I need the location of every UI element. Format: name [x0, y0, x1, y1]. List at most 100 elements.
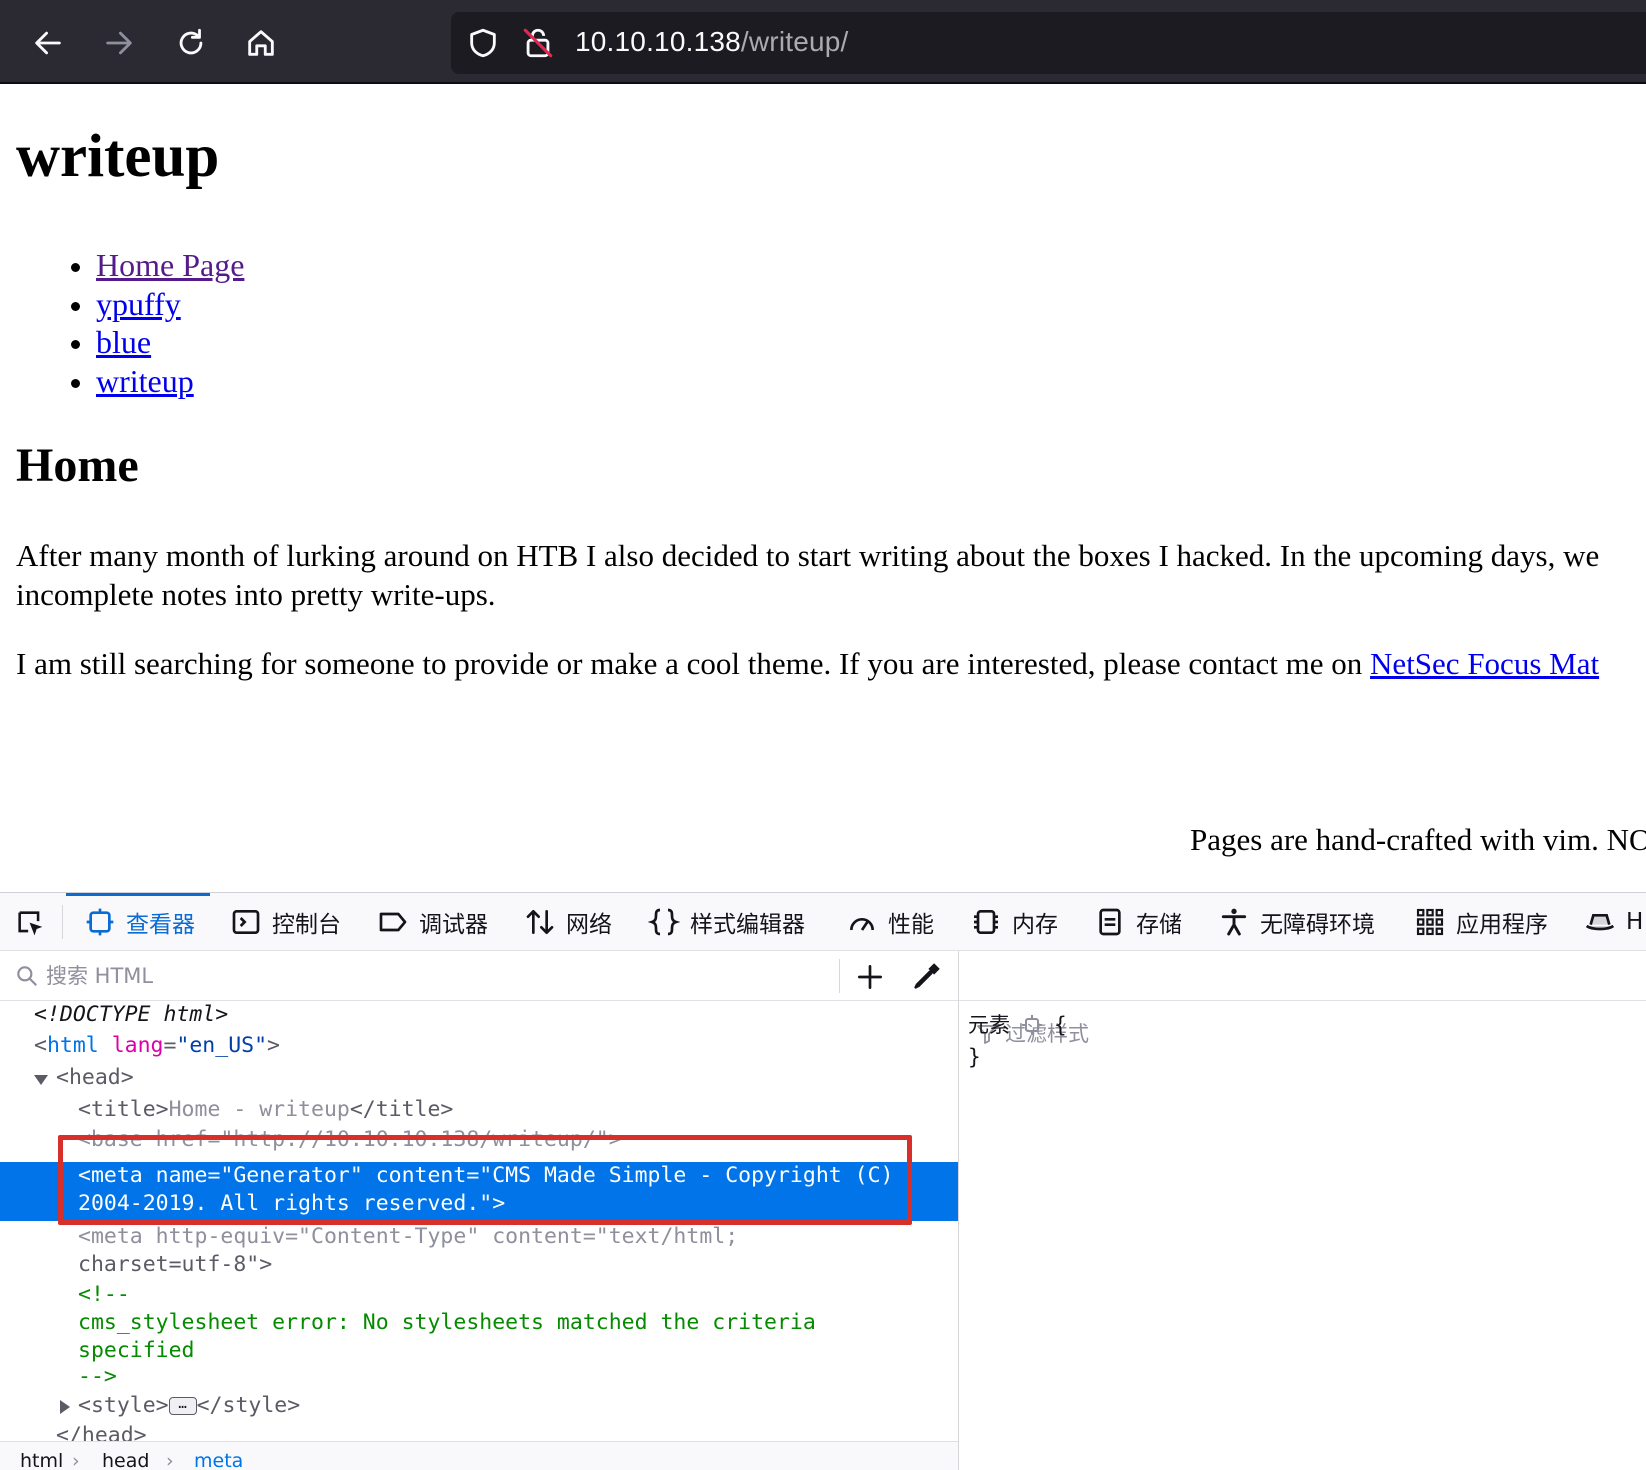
devtools-search-row	[0, 951, 1646, 1046]
tab-label: 控制台	[272, 912, 341, 938]
rules-view: 元素 { }	[968, 1009, 1067, 1073]
markup-node-html[interactable]: <html lang="en_US">	[34, 1032, 280, 1060]
attr-name: lang	[111, 1033, 164, 1058]
nav-item: blue	[70, 323, 244, 362]
back-button[interactable]	[27, 22, 69, 64]
tab-inspector[interactable]: 查看器	[66, 893, 210, 951]
arrow-right-icon	[106, 31, 132, 55]
insecure-lock-icon[interactable]	[521, 26, 555, 60]
braces-icon	[648, 908, 680, 936]
home-icon	[248, 30, 274, 56]
nav-link-home-page[interactable]: Home Page	[96, 247, 244, 283]
intro-paragraph-line: After many month of lurking around on HT…	[16, 538, 1600, 573]
reload-icon	[179, 28, 203, 55]
breadcrumb-item[interactable]: html	[20, 1450, 63, 1470]
collapse-twisty[interactable]	[60, 1400, 70, 1414]
browser-toolbar: 10.10.10.138/writeup/	[0, 0, 1646, 84]
expand-twisty[interactable]	[34, 1075, 48, 1085]
breadcrumb-item-current[interactable]: meta	[194, 1450, 243, 1470]
tab-label: H	[1626, 909, 1644, 935]
forward-button[interactable]	[98, 22, 140, 64]
search-html	[14, 951, 834, 1001]
nav-link-blue[interactable]: blue	[96, 324, 151, 360]
url-text[interactable]: 10.10.10.138/writeup/	[575, 26, 849, 58]
tab-separator	[62, 905, 63, 939]
toolbar-separator	[839, 959, 840, 993]
breadcrumb: html › head › meta	[0, 1441, 958, 1470]
storage-icon	[1099, 908, 1121, 936]
netsec-focus-link[interactable]: NetSec Focus Mat	[1370, 646, 1599, 681]
intro-paragraph-line: incomplete notes into pretty write-ups.	[16, 577, 496, 612]
nav-link-writeup[interactable]: writeup	[96, 363, 194, 399]
panel-splitter[interactable]	[958, 951, 959, 1470]
home-button[interactable]	[240, 22, 282, 64]
nav-item: writeup	[70, 362, 244, 401]
tab-debugger[interactable]: 调试器	[377, 893, 488, 951]
element-target-icon[interactable]	[1020, 1013, 1044, 1037]
markup-node-head-close: </head>	[56, 1423, 147, 1441]
markup-node-meta-content-type[interactable]: <meta http-equiv="Content-Type" content=…	[78, 1223, 738, 1251]
markup-comment-text: specified	[78, 1338, 195, 1363]
tag-open: <style>	[78, 1393, 169, 1418]
debugger-icon	[379, 912, 407, 932]
search-html-input[interactable]	[46, 964, 786, 988]
intro-paragraph: After many month of lurking around on HT…	[16, 536, 1599, 614]
performance-gauge-icon	[850, 918, 874, 931]
markup-comment-open[interactable]: <!--	[78, 1281, 130, 1309]
chevron-right-icon: ›	[72, 1450, 80, 1470]
markup-node-meta-content-type-cont: charset=utf-8">	[78, 1252, 273, 1277]
tab-label: 网络	[566, 912, 612, 938]
markup-node-head[interactable]: <head>	[56, 1064, 134, 1092]
markup-node-doctype[interactable]: <!DOCTYPE html>	[34, 1001, 228, 1029]
url-path: /writeup/	[740, 26, 849, 57]
markup-node-title[interactable]: <title>Home - writeup</title>	[78, 1096, 453, 1124]
tab-application[interactable]: 应用程序	[1414, 893, 1548, 951]
chevron-right-icon: ›	[166, 1450, 174, 1470]
nav-item: Home Page	[70, 246, 244, 285]
tab-network[interactable]: 网络	[524, 893, 612, 951]
tag-close: </style>	[196, 1393, 301, 1418]
app-grid-icon	[1416, 908, 1444, 936]
tab-label: 存储	[1136, 912, 1182, 938]
footer-text: Pages are hand-crafted with vim. NO	[1190, 822, 1646, 857]
theme-paragraph: I am still searching for someone to prov…	[16, 644, 1599, 683]
tab-hackbar[interactable]: H	[1584, 893, 1643, 951]
tab-console[interactable]: 控制台	[230, 893, 341, 951]
tab-performance[interactable]: 性能	[846, 893, 934, 951]
collapsed-content-button[interactable]: …	[168, 1397, 197, 1415]
rule-close-brace: }	[968, 1045, 981, 1069]
markup-comment-text: cms_stylesheet error: No stylesheets mat…	[78, 1310, 816, 1335]
tab-label: 查看器	[126, 912, 195, 938]
address-bar[interactable]: 10.10.10.138/writeup/	[451, 12, 1646, 74]
tab-style-editor[interactable]: 样式编辑器	[648, 893, 805, 951]
tab-label: 调试器	[419, 912, 488, 938]
url-host: 10.10.10.138	[575, 26, 741, 57]
element-rule-header: 元素 {	[968, 1009, 1067, 1041]
tab-storage[interactable]: 存储	[1094, 893, 1182, 951]
content-title: Home	[16, 439, 139, 492]
highlight-annotation-box	[58, 1135, 912, 1225]
eyedropper-icon[interactable]	[910, 959, 944, 993]
accessibility-icon	[1221, 908, 1247, 936]
tab-memory[interactable]: 内存	[970, 893, 1058, 951]
theme-paragraph-text: I am still searching for someone to prov…	[16, 646, 1371, 681]
element-picker-icon[interactable]	[14, 907, 48, 941]
nav-link-ypuffy[interactable]: ypuffy	[96, 286, 181, 322]
search-icon	[17, 966, 37, 986]
add-node-icon[interactable]	[854, 961, 886, 993]
tracking-protection-shield-icon[interactable]	[466, 26, 500, 60]
markup-node-style[interactable]: <style>… </style>	[78, 1392, 300, 1420]
memory-chip-icon	[974, 910, 998, 934]
arrow-left-icon	[35, 31, 61, 55]
site-title: writeup	[16, 123, 220, 190]
tab-label: 无障碍环境	[1260, 912, 1375, 938]
breadcrumb-item[interactable]: head	[102, 1450, 149, 1470]
reload-button[interactable]	[170, 22, 212, 64]
tab-label: 内存	[1012, 912, 1058, 938]
markup-comment-close: -->	[78, 1364, 117, 1389]
markup-view: <!DOCTYPE html> <html lang="en_US"> <hea…	[0, 1001, 958, 1441]
tag-name: head	[68, 1065, 121, 1090]
network-icon	[526, 910, 554, 934]
web-page: writeup Home Page ypuffy blue writeup Ho…	[0, 86, 1646, 892]
tab-accessibility[interactable]: 无障碍环境	[1218, 893, 1375, 951]
